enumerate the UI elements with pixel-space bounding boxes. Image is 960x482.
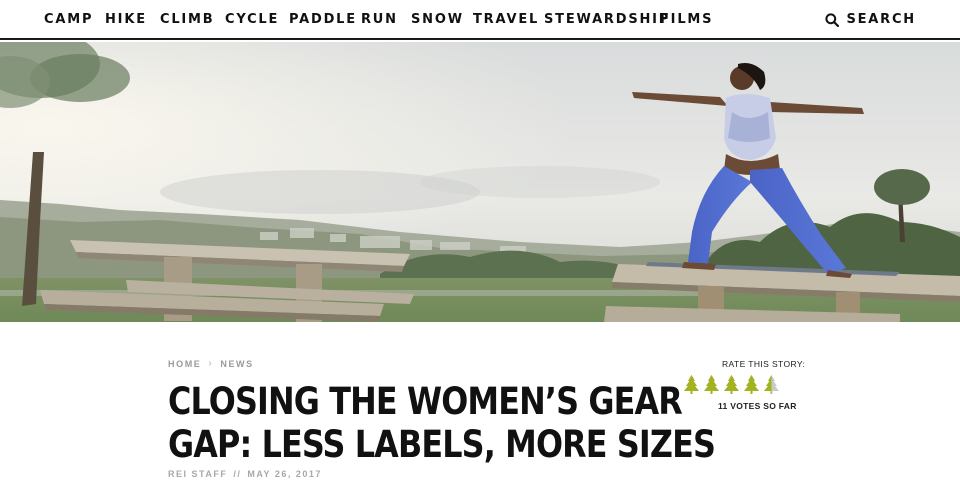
- nav-item-snow[interactable]: SNOW: [411, 12, 464, 29]
- byline-separator: //: [233, 469, 242, 479]
- hero-image: [0, 42, 960, 322]
- breadcrumb-news-link[interactable]: NEWS: [220, 359, 253, 369]
- rating-tree-icon-2[interactable]: [704, 375, 719, 394]
- nav-item-stewardship[interactable]: STEWARDSHIP: [544, 12, 670, 29]
- nav-item-climb[interactable]: CLIMB: [160, 12, 215, 29]
- article-title-line-1: CLOSING THE WOMEN’S GEAR: [168, 380, 683, 423]
- nav-item-hike[interactable]: HIKE: [105, 12, 147, 29]
- nav-item-camp[interactable]: CAMP: [44, 12, 93, 29]
- hero-photo-yoga-on-picnic-table: [0, 42, 960, 322]
- rating-tree-icon-4[interactable]: [744, 375, 759, 394]
- breadcrumb-separator: ›: [208, 358, 214, 369]
- publish-date: MAY 26, 2017: [247, 469, 322, 479]
- nav-item-run[interactable]: RUN: [361, 12, 398, 29]
- nav-item-paddle[interactable]: PADDLE: [289, 12, 357, 29]
- rating-tree-icon-3[interactable]: [724, 375, 739, 394]
- top-navigation: CAMP HIKE CLIMB CYCLE PADDLE RUN SNOW TR…: [0, 0, 960, 40]
- article-title: CLOSING THE WOMEN’S GEAR GAP: LESS LABEL…: [168, 380, 716, 466]
- nav-item-travel[interactable]: TRAVEL: [473, 12, 539, 29]
- rating-widget: [684, 375, 779, 394]
- rating-tree-icon-1[interactable]: [684, 375, 699, 394]
- article-title-line-2: GAP: LESS LABELS, MORE SIZES: [168, 423, 716, 466]
- rating-tree-icon-5[interactable]: [764, 375, 779, 394]
- nav-item-cycle[interactable]: CYCLE: [225, 12, 279, 29]
- search-button[interactable]: SEARCH: [825, 12, 916, 28]
- breadcrumb-home-link[interactable]: HOME: [168, 359, 201, 369]
- article-byline: REI STAFF // MAY 26, 2017: [168, 469, 322, 479]
- breadcrumb: HOME › NEWS: [168, 358, 254, 369]
- search-label: SEARCH: [846, 12, 916, 27]
- nav-item-films[interactable]: FILMS: [660, 12, 713, 29]
- rating-label: RATE THIS STORY:: [722, 359, 806, 369]
- search-icon: [825, 13, 840, 27]
- author-link[interactable]: REI STAFF: [168, 469, 227, 479]
- vote-count: 11 VOTES SO FAR: [718, 401, 797, 411]
